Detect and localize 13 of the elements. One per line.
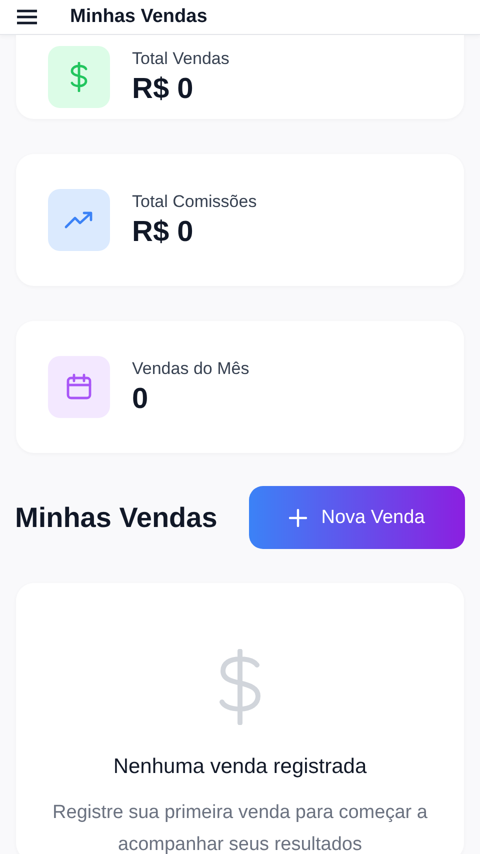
empty-message: Registre sua primeira venda para começar a acompanhar seus resultados (52, 801, 428, 854)
section-title: Minhas Vendas (15, 502, 218, 534)
stat-value: 0 (132, 382, 150, 416)
plus-icon (289, 508, 308, 526)
stat-label: Vendas do Mês (132, 358, 250, 378)
empty-title: Nenhuma venda registrada (113, 755, 367, 779)
stat-label: Total Comissões (132, 192, 257, 212)
stat-value: R$ 0 (132, 72, 194, 106)
stat-value: R$ 0 (132, 216, 194, 248)
menu-icon[interactable] (16, 9, 38, 25)
new-sale-button[interactable]: Nova Venda (249, 486, 465, 549)
page-title: Minhas Vendas (70, 6, 208, 28)
stat-label: Total Vendas (132, 48, 230, 68)
